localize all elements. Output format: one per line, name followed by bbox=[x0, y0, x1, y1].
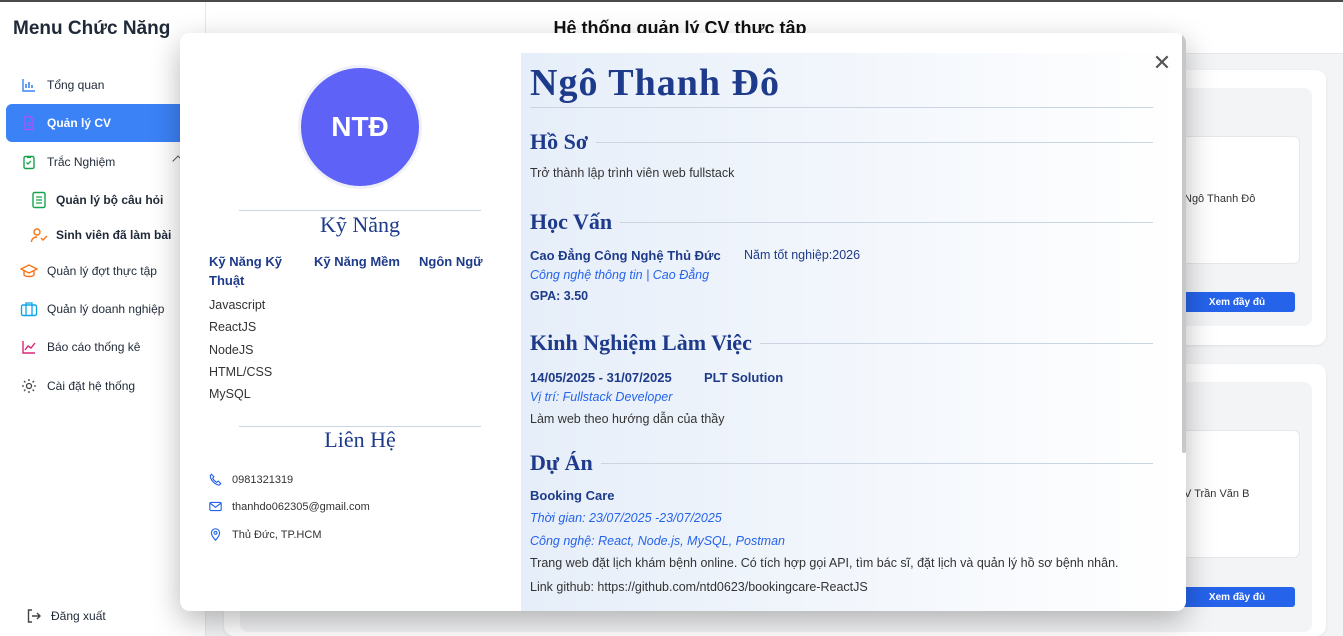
sidebar-item-label: Cài đặt hệ thống bbox=[47, 379, 136, 393]
school-name: Cao Đẳng Công Nghệ Thủ Đức bbox=[530, 248, 721, 263]
sidebar: Menu Chức Năng Tổng quan Quản lý CV Trắc… bbox=[0, 2, 206, 636]
section-title: Học Vấn bbox=[530, 209, 613, 234]
sidebar-subitem-label: Sinh viên đã làm bài bbox=[56, 228, 172, 242]
skill-item: MySQL bbox=[209, 387, 251, 401]
sidebar-item-label: Quản lý doanh nghiệp bbox=[47, 302, 165, 316]
section-title: Dự Án bbox=[530, 450, 593, 475]
cv-card-name: Ngô Thanh Đô bbox=[1184, 193, 1256, 205]
sidebar-item-internship[interactable]: Quản lý đợt thực tập bbox=[6, 252, 206, 290]
exp-position: Vị trí: Fullstack Developer bbox=[530, 390, 673, 404]
skill-item: Javascript bbox=[209, 298, 266, 312]
project-tech: Công nghệ: React, Node.js, MySQL, Postma… bbox=[530, 534, 785, 548]
contact-email: thanhdo062305@gmail.com bbox=[209, 500, 370, 514]
sidebar-item-label: Trắc Nghiệm bbox=[47, 155, 116, 169]
section-education: Học Vấn bbox=[530, 209, 1153, 235]
map-pin-icon bbox=[209, 528, 223, 542]
document-icon bbox=[20, 114, 38, 132]
divider bbox=[239, 210, 481, 211]
sidebar-item-overview[interactable]: Tổng quan bbox=[6, 66, 206, 104]
section-title: Hồ Sơ bbox=[530, 129, 589, 154]
contact-address: Thủ Đức, TP.HCM bbox=[209, 528, 321, 542]
briefcase-icon bbox=[20, 300, 38, 318]
skill-column-language: Ngôn Ngữ bbox=[419, 254, 483, 269]
sidebar-item-label: Quản lý CV bbox=[47, 116, 112, 130]
contact-phone: 0981321319 bbox=[209, 473, 293, 487]
divider bbox=[530, 107, 1153, 108]
skill-item: ReactJS bbox=[209, 320, 257, 334]
close-icon[interactable]: ✕ bbox=[1152, 52, 1172, 74]
section-experience: Kinh Nghiệm Làm Việc bbox=[530, 330, 1153, 356]
exp-period: 14/05/2025 - 31/07/2025 bbox=[530, 370, 672, 385]
sidebar-item-cv[interactable]: Quản lý CV bbox=[6, 104, 206, 142]
sidebar-subitem-label: Quản lý bộ câu hỏi bbox=[56, 193, 164, 207]
contact-title: Liên Hệ bbox=[324, 427, 396, 452]
section-profile: Hồ Sơ bbox=[530, 129, 1153, 155]
skill-item: NodeJS bbox=[209, 343, 254, 357]
skill-item: HTML/CSS bbox=[209, 365, 273, 379]
modal-scrollbar[interactable] bbox=[1182, 33, 1186, 453]
project-desc: Trang web đặt lịch khám bệnh online. Có … bbox=[530, 556, 1119, 570]
sidebar-subitem-students[interactable]: Sinh viên đã làm bài bbox=[30, 220, 171, 250]
graduation-cap-icon bbox=[20, 262, 38, 280]
cv-card-name: V Trần Văn B bbox=[1184, 488, 1250, 500]
view-full-button[interactable]: Xem đầy đủ bbox=[1179, 292, 1295, 312]
avatar: NTĐ bbox=[298, 65, 422, 189]
skill-column-technical: Kỹ Năng Kỹ Thuật bbox=[209, 254, 282, 288]
sidebar-item-business[interactable]: Quản lý doanh nghiệp bbox=[6, 290, 206, 328]
project-name: Booking Care bbox=[530, 488, 615, 503]
exp-company: PLT Solution bbox=[704, 370, 784, 385]
sidebar-subitem-questions[interactable]: Quản lý bộ câu hỏi bbox=[30, 185, 163, 215]
sidebar-item-label: Tổng quan bbox=[47, 78, 105, 92]
list-icon bbox=[30, 191, 48, 209]
contact-address-text: Thủ Đức, TP.HCM bbox=[232, 529, 322, 541]
contact-phone-text: 0981321319 bbox=[232, 474, 294, 486]
exp-desc: Làm web theo hướng dẫn của thầy bbox=[530, 412, 725, 426]
logout-icon bbox=[26, 608, 42, 624]
sidebar-item-label: Báo cáo thống kê bbox=[47, 340, 141, 354]
major: Công nghệ thông tin | Cao Đẳng bbox=[530, 268, 710, 282]
gear-icon bbox=[20, 377, 38, 395]
section-title: Kinh Nghiệm Làm Việc bbox=[530, 330, 752, 355]
skill-column-soft: Kỹ Năng Mềm bbox=[314, 254, 400, 269]
project-time: Thời gian: 23/07/2025 -23/07/2025 bbox=[530, 511, 722, 525]
skills-title: Kỹ Năng bbox=[319, 212, 401, 237]
section-projects: Dự Án bbox=[530, 450, 1153, 476]
grad-year: Năm tốt nghiệp:2026 bbox=[744, 248, 861, 262]
phone-icon bbox=[209, 473, 223, 487]
bar-chart-icon bbox=[20, 76, 38, 94]
cv-modal: NTĐ Kỹ Năng Kỹ Năng Kỹ Thuật Kỹ Năng Mềm… bbox=[180, 33, 1186, 611]
logout-label: Đăng xuất bbox=[51, 609, 106, 623]
cv-name: Ngô Thanh Đô bbox=[530, 62, 780, 104]
project-link[interactable]: Link github: https://github.com/ntd0623/… bbox=[530, 580, 868, 594]
cv-left-column: NTĐ Kỹ Năng Kỹ Năng Kỹ Thuật Kỹ Năng Mềm… bbox=[180, 33, 521, 611]
mail-icon bbox=[209, 500, 223, 514]
profile-text: Trở thành lập trình viên web fullstack bbox=[530, 166, 735, 180]
sidebar-item-reports[interactable]: Báo cáo thống kê bbox=[6, 328, 206, 366]
logout-button[interactable]: Đăng xuất bbox=[26, 608, 106, 624]
sidebar-item-label: Quản lý đợt thực tập bbox=[47, 264, 157, 278]
sidebar-item-settings[interactable]: Cài đặt hệ thống bbox=[6, 367, 206, 405]
clipboard-icon bbox=[20, 153, 38, 171]
user-check-icon bbox=[30, 226, 48, 244]
contact-email-text: thanhdo062305@gmail.com bbox=[232, 501, 370, 513]
gpa: GPA: 3.50 bbox=[530, 289, 589, 303]
line-chart-icon bbox=[20, 338, 38, 356]
view-full-button[interactable]: Xem đầy đủ bbox=[1179, 587, 1295, 607]
